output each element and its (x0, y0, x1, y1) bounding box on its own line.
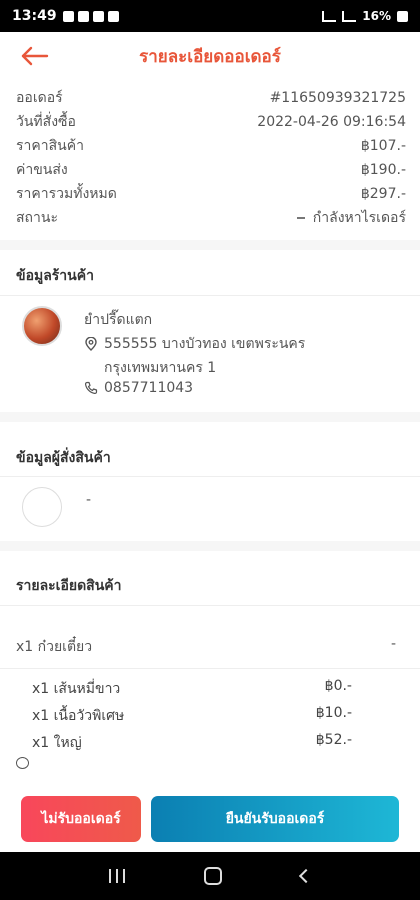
summary-label: ราคาสินค้า (16, 138, 84, 154)
option-price: ฿10.- (315, 705, 352, 721)
option-name: x1 ใหญ่ (32, 735, 82, 751)
notification-icon (62, 10, 74, 22)
summary-row-product-price: ราคาสินค้า ฿107.- (16, 134, 406, 158)
battery-icon (397, 10, 408, 22)
shop-address-line2: กรุงเทพมหานคร 1 (104, 357, 216, 379)
reject-order-button[interactable]: ไม่รับออเดอร์ (21, 796, 141, 842)
location-pin-icon (85, 337, 97, 351)
option-price: ฿52.- (315, 732, 352, 748)
address-line2: กรุงเทพมหานคร 1 (104, 360, 217, 376)
app-header: รายละเอียดออเดอร์ (0, 32, 420, 80)
divider (0, 605, 420, 606)
back-nav-icon[interactable] (298, 868, 313, 884)
order-id: #11650939321725 (269, 90, 406, 106)
option-name: x1 เส้นหมี่ขาว (32, 681, 121, 697)
main-item-name: x1 ก๋วยเตี๋ยว (16, 639, 93, 655)
recent-apps-icon[interactable] (109, 869, 126, 883)
action-footer: ไม่รับออเดอร์ ยืนยันรับออเดอร์ (0, 782, 420, 852)
summary-label: สถานะ (16, 210, 58, 226)
option-row: x1 เส้นหมี่ขาว ฿0.- (32, 678, 352, 700)
notification-icon (77, 10, 89, 22)
confirm-order-button[interactable]: ยืนยันรับออเดอร์ (151, 796, 399, 842)
buyer-name: - (86, 492, 92, 508)
shipping-fee: ฿190.- (360, 162, 406, 178)
signal-icon (322, 10, 337, 22)
divider (0, 295, 420, 296)
main-item-row: x1 ก๋วยเตี๋ยว - (16, 636, 396, 658)
product-price: ฿107.- (360, 138, 406, 154)
order-status: กำลังหาไรเดอร์ (296, 207, 406, 229)
summary-label: ออเดอร์ (16, 90, 63, 106)
shop-address: 555555 บางบัวทอง เขตพระนคร (84, 333, 305, 355)
buyer-section-title: ข้อมูลผู้สั่งสินค้า (16, 450, 111, 466)
section-divider (0, 541, 420, 551)
option-row: x1 เนื้อวัวพิเศษ ฿10.- (32, 705, 352, 727)
order-summary: ออเดอร์ #11650939321725 วันที่สั่งซื้อ 2… (16, 86, 406, 230)
page-title: รายละเอียดออเดอร์ (139, 46, 281, 67)
status-bar: 13:49 16% (0, 0, 420, 32)
items-section-title: รายละเอียดสินค้า (16, 578, 122, 594)
order-date: 2022-04-26 09:16:54 (257, 114, 406, 130)
option-price: ฿0.- (324, 678, 352, 694)
address-line1: 555555 บางบัวทอง เขตพระนคร (104, 336, 306, 352)
wifi-icon (342, 10, 357, 22)
divider (0, 476, 420, 477)
main-item-price: - (390, 636, 396, 652)
summary-label: ราคารวมทั้งหมด (16, 186, 117, 202)
summary-row-total: ราคารวมทั้งหมด ฿297.- (16, 182, 406, 206)
status-time: 13:49 (12, 8, 57, 24)
notification-icon (107, 10, 119, 22)
divider (0, 668, 420, 669)
shop-section-title: ข้อมูลร้านค้า (16, 268, 94, 284)
summary-row-shipping: ค่าขนส่ง ฿190.- (16, 158, 406, 182)
summary-label: ค่าขนส่ง (16, 162, 68, 178)
phone-icon (84, 381, 98, 395)
back-arrow-icon[interactable] (20, 42, 50, 70)
summary-row-status: สถานะ กำลังหาไรเดอร์ (16, 206, 406, 230)
note-bubble-icon (16, 757, 29, 769)
phone-number: 0857711043 (104, 380, 194, 396)
battery-level: 16% (362, 9, 391, 23)
option-name: x1 เนื้อวัวพิเศษ (32, 708, 125, 724)
home-icon[interactable] (203, 867, 222, 885)
system-nav-bar (0, 852, 420, 900)
buyer-avatar (22, 487, 62, 527)
total-price: ฿297.- (360, 186, 406, 202)
option-row: x1 ใหญ่ ฿52.- (32, 732, 352, 754)
notification-icon (92, 10, 104, 22)
status-text: กำลังหาไรเดอร์ (312, 210, 406, 226)
shop-name: ยำปรี๊ดแตก (84, 312, 153, 328)
status-dash-icon (296, 217, 305, 219)
shop-avatar (22, 306, 62, 346)
section-divider (0, 412, 420, 422)
summary-label: วันที่สั่งซื้อ (16, 114, 76, 130)
summary-row-order: ออเดอร์ #11650939321725 (16, 86, 406, 110)
shop-phone[interactable]: 0857711043 (84, 380, 193, 396)
summary-row-date: วันที่สั่งซื้อ 2022-04-26 09:16:54 (16, 110, 406, 134)
notification-icons (62, 10, 119, 22)
section-divider (0, 240, 420, 250)
